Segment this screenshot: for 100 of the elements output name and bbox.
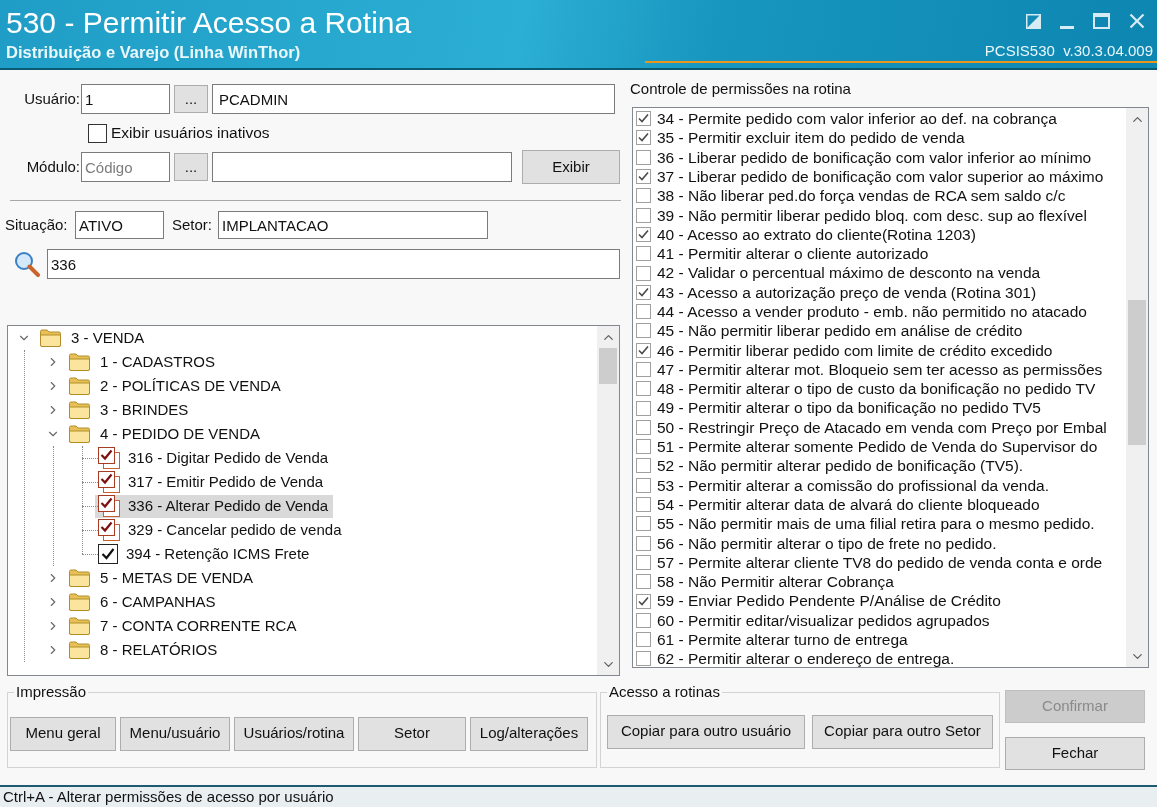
permission-option[interactable]: 52 - Não permitir alterar pedido de bonificação (TV5). — [633, 456, 1126, 476]
tree-item[interactable]: 1 - CADASTROS — [66, 350, 221, 374]
tree-item[interactable]: 317 - Emitir Pedido de Venda — [95, 470, 329, 494]
module-name-field[interactable] — [212, 152, 512, 182]
checkbox[interactable] — [636, 458, 651, 474]
tree-item[interactable]: 6 - CAMPANHAS — [66, 590, 221, 614]
copy-button[interactable]: Copiar para outro usuário — [607, 714, 805, 749]
checkbox-icon[interactable] — [98, 471, 120, 493]
sector-field[interactable]: IMPLANTACAO — [218, 211, 488, 239]
copy-button[interactable]: Copiar para outro Setor — [812, 714, 993, 749]
checkbox[interactable] — [636, 207, 651, 223]
checkbox[interactable] — [636, 188, 651, 204]
checkbox[interactable] — [636, 400, 651, 416]
module-lookup-button[interactable]: ... — [174, 153, 208, 181]
user-name-field[interactable]: PCADMIN — [212, 84, 615, 114]
permission-option[interactable]: 47 - Permitir alterar mot. Bloqueio sem ter acesso as permissões — [633, 359, 1126, 380]
situation-field[interactable]: ATIVO — [75, 211, 164, 239]
tree-item[interactable]: 2 - POLÍTICAS DE VENDA — [66, 374, 286, 398]
search-field[interactable]: 336 — [47, 249, 620, 279]
checkbox-icon[interactable] — [98, 519, 120, 541]
permission-option[interactable]: 55 - Não permitir mais de uma filial retira para o mesmo pedido. — [633, 514, 1126, 534]
tree-item[interactable]: 329 - Cancelar pedido de venda — [95, 518, 347, 542]
checkbox[interactable] — [636, 651, 651, 667]
permission-option[interactable]: 54 - Permitir alterar data de alvará do cliente bloqueado — [633, 494, 1126, 515]
checkbox[interactable] — [636, 381, 651, 397]
tree-item[interactable]: 4 - PEDIDO DE VENDA — [66, 422, 266, 446]
checkbox[interactable] — [636, 323, 651, 339]
checkbox[interactable] — [636, 419, 651, 435]
checkbox[interactable] — [636, 439, 651, 455]
module-code-field[interactable]: Código — [81, 152, 170, 182]
permission-option[interactable]: 57 - Permite alterar cliente TV8 do pedido de venda conta e orde — [633, 552, 1126, 573]
checkbox[interactable] — [636, 574, 651, 590]
tree-item[interactable]: 8 - RELATÓRIOS — [66, 638, 223, 662]
permission-option[interactable]: 37 - Liberar pedido de bonificação com valor superior ao máximo — [633, 166, 1126, 187]
user-lookup-button[interactable]: ... — [174, 85, 208, 113]
tree-item[interactable]: 394 - Retenção ICMS Frete — [95, 542, 315, 566]
print-button[interactable]: Setor — [358, 716, 466, 751]
checkbox[interactable] — [636, 304, 651, 320]
checkbox[interactable] — [636, 612, 651, 628]
permission-option[interactable]: 49 - Permitir alterar o tipo da bonificação no pedido TV5 — [633, 398, 1126, 418]
tree-item[interactable]: 5 - METAS DE VENDA — [66, 566, 259, 590]
checkbox[interactable] — [636, 362, 651, 377]
show-button[interactable]: Exibir — [522, 150, 620, 184]
scrollbar[interactable] — [597, 326, 619, 675]
close-icon[interactable] — [1129, 13, 1145, 29]
permission-option[interactable]: 44 - Acesso a vender produto - emb. não permitido no atacado — [633, 301, 1126, 322]
checkbox[interactable] — [636, 516, 651, 532]
print-button[interactable]: Menu geral — [10, 716, 116, 751]
permission-option[interactable]: 50 - Restringir Preço de Atacado em venda com Preço por Embal — [633, 417, 1126, 438]
print-button[interactable]: Menu/usuário — [120, 716, 230, 751]
permission-option[interactable]: 51 - Permite alterar somente Pedido de Venda do Supervisor do — [633, 437, 1126, 457]
permission-option[interactable]: 56 - Não permitir alterar o tipo de frete no pedido. — [633, 533, 1126, 553]
checkbox-icon[interactable] — [98, 495, 120, 517]
permission-option[interactable]: 53 - Permitir alterar a comissão do profissional da venda. — [633, 475, 1126, 495]
checkbox[interactable] — [636, 477, 651, 493]
permission-option[interactable]: 34 - Permite pedido com valor inferior ao def. na cobrança — [633, 109, 1126, 129]
tree-item[interactable]: 336 - Alterar Pedido de Venda — [95, 494, 334, 518]
maximize-icon[interactable] — [1093, 13, 1110, 29]
checkbox[interactable] — [636, 554, 651, 570]
permission-option[interactable]: 45 - Não permitir liberar pedido em análise de crédito — [633, 321, 1126, 341]
checkbox[interactable] — [636, 632, 651, 648]
checkbox[interactable] — [636, 246, 651, 262]
checkbox[interactable] — [636, 342, 651, 358]
permission-option[interactable]: 48 - Permitir alterar o tipo de custo da bonificação no pedido TV — [633, 379, 1126, 399]
permission-option[interactable]: 39 - Não permitir liberar pedido bloq. com desc. sup ao flexível — [633, 205, 1126, 225]
permission-option[interactable]: 58 - Não Permitir alterar Cobrança — [633, 572, 1126, 592]
permission-option[interactable]: 36 - Liberar pedido de bonificação com valor inferior ao mínimo — [633, 147, 1126, 167]
permission-option[interactable]: 59 - Enviar Pedido Pendente P/Análise de Crédito — [633, 591, 1126, 611]
permission-option[interactable]: 62 - Permitir alterar o endereço de entrega. — [633, 649, 1126, 667]
checkbox[interactable] — [636, 535, 651, 551]
checkbox[interactable] — [88, 123, 107, 143]
action-button[interactable]: Fechar — [1005, 737, 1145, 770]
checkbox[interactable] — [636, 497, 651, 513]
permission-option[interactable]: 43 - Acesso a autorização preço de venda (Rotina 301) — [633, 282, 1126, 302]
scrollbar-thumb[interactable] — [599, 348, 617, 384]
checkbox[interactable] — [636, 226, 651, 242]
permission-option[interactable]: 41 - Permitir alterar o cliente autorizado — [633, 244, 1126, 264]
checkbox[interactable] — [636, 111, 651, 127]
print-button[interactable]: Log/alterações — [470, 716, 588, 751]
checkbox-icon[interactable] — [98, 447, 120, 469]
theme-icon[interactable] — [1026, 13, 1041, 29]
checkbox[interactable] — [636, 284, 651, 300]
permission-option[interactable]: 61 - Permite alterar turno de entrega — [633, 630, 1126, 650]
print-button[interactable]: Usuários/rotina — [234, 716, 354, 751]
scrollbar-thumb[interactable] — [1128, 300, 1146, 445]
checkbox[interactable] — [636, 149, 651, 165]
checkbox-icon[interactable] — [98, 544, 118, 564]
tree-item[interactable]: 3 - VENDA — [37, 326, 150, 350]
scrollbar[interactable] — [1126, 108, 1148, 667]
user-code-field[interactable]: 1 — [81, 84, 170, 114]
tree-item[interactable]: 316 - Digitar Pedido de Venda — [95, 446, 334, 470]
permission-option[interactable]: 46 - Permitir liberar pedido com limite de crédito excedido — [633, 340, 1126, 360]
permission-option[interactable]: 38 - Não liberar ped.do força vendas de RCA sem saldo c/c — [633, 186, 1126, 206]
checkbox[interactable] — [636, 265, 651, 281]
permission-option[interactable]: 40 - Acesso ao extrato do cliente(Rotina 1203) — [633, 224, 1126, 245]
checkbox[interactable] — [636, 169, 651, 185]
tree-item[interactable]: 7 - CONTA CORRENTE RCA — [66, 614, 302, 638]
checkbox[interactable] — [636, 130, 651, 146]
tree-item[interactable]: 3 - BRINDES — [66, 398, 194, 422]
checkbox[interactable] — [636, 593, 651, 609]
